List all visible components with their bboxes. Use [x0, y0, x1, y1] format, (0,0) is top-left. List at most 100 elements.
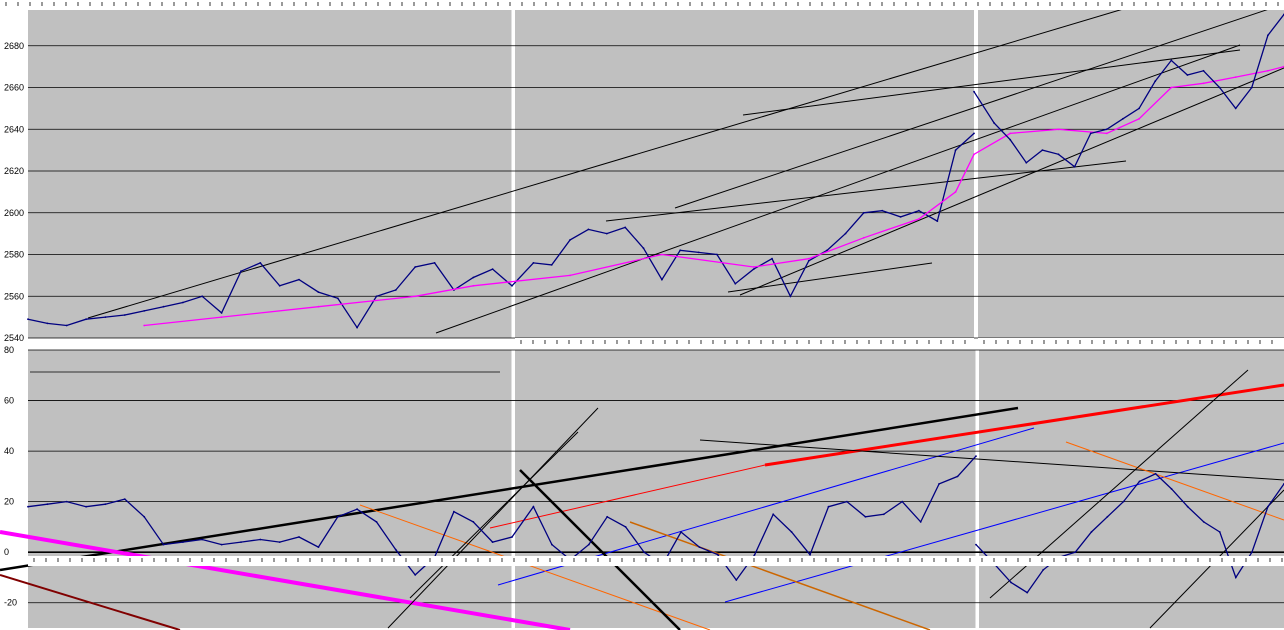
data-point-bottom-0-50 [975, 455, 977, 457]
data-point-top-0-19 [394, 289, 397, 291]
data-point-top-0-39 [771, 257, 773, 260]
data-point-bottom-0-13 [278, 541, 281, 543]
data-point-bottom-0-5 [123, 498, 126, 500]
data-point-bottom-0-43 [846, 500, 848, 503]
data-point-top-2-9 [1122, 117, 1124, 120]
data-point-bottom-0-40 [790, 531, 793, 533]
y-tick-label-bottom-3: 20 [4, 497, 14, 507]
data-point-top-0-44 [862, 211, 865, 214]
data-point-top-2-2 [1009, 138, 1012, 141]
data-point-top-1-19 [1234, 76, 1237, 78]
data-point-top-0-21 [433, 262, 436, 264]
data-point-top-2-4 [1041, 149, 1044, 152]
data-point-top-2-8 [1105, 128, 1108, 131]
data-point-bottom-0-14 [298, 536, 300, 538]
data-point-top-0-36 [716, 253, 718, 256]
data-point-bottom-0-38 [753, 553, 756, 556]
data-point-top-1-1 [220, 316, 223, 318]
data-point-bottom-0-25 [511, 536, 513, 538]
data-point-bottom-1-10 [1138, 480, 1141, 483]
data-point-top-1-7 [752, 266, 755, 268]
data-point-top-0-47 [918, 209, 920, 212]
data-point-top-0-15 [317, 291, 320, 293]
data-point-bottom-0-34 [680, 531, 682, 533]
plot-panel-bottom-1 [515, 350, 976, 628]
data-point-bottom-0-22 [453, 510, 455, 513]
data-point-bottom-0-24 [491, 541, 494, 543]
y-tick-label-bottom-5: -20 [4, 598, 17, 608]
data-point-top-0-4 [104, 316, 107, 318]
data-point-top-0-41 [807, 259, 810, 262]
data-point-top-0-9 [201, 295, 204, 298]
data-point-bottom-0-1 [46, 503, 49, 506]
data-point-bottom-0-39 [772, 513, 775, 516]
data-point-top-2-0 [973, 90, 975, 93]
data-point-top-0-7 [162, 305, 165, 308]
data-point-top-0-18 [375, 295, 378, 298]
y-tick-label-top-0: 2540 [4, 333, 24, 343]
data-point-top-0-30 [605, 232, 608, 235]
data-point-bottom-0-41 [809, 553, 811, 556]
data-point-top-1-6 [661, 253, 663, 256]
data-point-top-2-16 [1234, 107, 1237, 110]
data-point-top-1-0 [143, 324, 146, 327]
data-point-top-1-17 [1170, 86, 1173, 89]
data-point-bottom-0-8 [182, 541, 184, 543]
data-point-top-0-16 [336, 297, 339, 300]
data-point-bottom-0-48 [938, 483, 940, 485]
top-right-axis-strip [978, 338, 1284, 348]
data-point-top-1-9 [862, 236, 865, 239]
data-point-top-0-50 [973, 132, 975, 135]
data-point-bottom-0-12 [259, 538, 262, 541]
data-point-top-1-8 [807, 257, 810, 260]
data-point-top-0-48 [936, 220, 939, 223]
data-point-bottom-0-18 [375, 521, 378, 523]
data-point-top-1-13 [1009, 132, 1012, 135]
data-point-top-0-43 [844, 232, 847, 235]
data-point-top-0-14 [298, 278, 300, 281]
data-point-top-0-32 [642, 247, 645, 250]
data-point-top-0-12 [259, 262, 262, 264]
y-tick-label-top-2: 2580 [4, 250, 24, 260]
data-point-bottom-0-36 [716, 553, 719, 556]
data-point-bottom-0-0 [27, 505, 29, 508]
data-point-bottom-0-32 [643, 551, 645, 554]
data-point-top-0-33 [661, 278, 663, 281]
data-point-top-2-6 [1073, 165, 1076, 168]
data-point-top-1-11 [954, 191, 957, 193]
data-point-bottom-0-23 [472, 521, 475, 523]
data-point-top-0-2 [65, 324, 68, 327]
data-point-top-1-20 [1267, 69, 1269, 72]
data-point-bottom-0-31 [624, 526, 627, 528]
data-point-top-0-3 [85, 318, 87, 321]
y-tick-label-top-3: 2600 [4, 208, 24, 218]
data-point-bottom-0-19 [394, 548, 397, 551]
data-point-top-2-17 [1250, 86, 1253, 89]
data-point-top-1-16 [1138, 117, 1140, 120]
data-point-top-0-23 [472, 276, 475, 279]
data-point-bottom-0-35 [698, 546, 701, 548]
data-point-bottom-0-30 [606, 515, 609, 518]
data-point-top-2-10 [1138, 107, 1140, 110]
data-point-bottom-0-10 [220, 543, 223, 546]
data-point-top-0-6 [143, 310, 146, 312]
data-point-bottom-0-3 [85, 505, 87, 508]
data-point-bottom-0-7 [162, 543, 165, 546]
y-tick-label-bottom-0: 80 [4, 345, 14, 355]
data-point-top-0-20 [414, 266, 417, 268]
y-tick-label-top-1: 2560 [4, 291, 24, 301]
data-point-bottom-0-4 [104, 503, 107, 506]
data-point-bottom-1-16 [1234, 576, 1237, 579]
data-point-top-2-5 [1057, 153, 1060, 156]
data-point-bottom-1-2 [1010, 581, 1012, 584]
data-point-top-2-7 [1089, 132, 1092, 135]
data-point-bottom-1-13 [1186, 505, 1189, 508]
data-point-bottom-0-27 [551, 543, 553, 546]
data-point-bottom-0-26 [532, 505, 535, 508]
data-point-bottom-1-18 [1267, 505, 1269, 508]
data-point-bottom-0-20 [414, 574, 417, 576]
data-point-top-1-2 [317, 305, 320, 308]
y-tick-label-bottom-1: 60 [4, 396, 14, 406]
data-point-bottom-1-17 [1251, 551, 1253, 554]
data-point-top-0-25 [511, 284, 513, 287]
